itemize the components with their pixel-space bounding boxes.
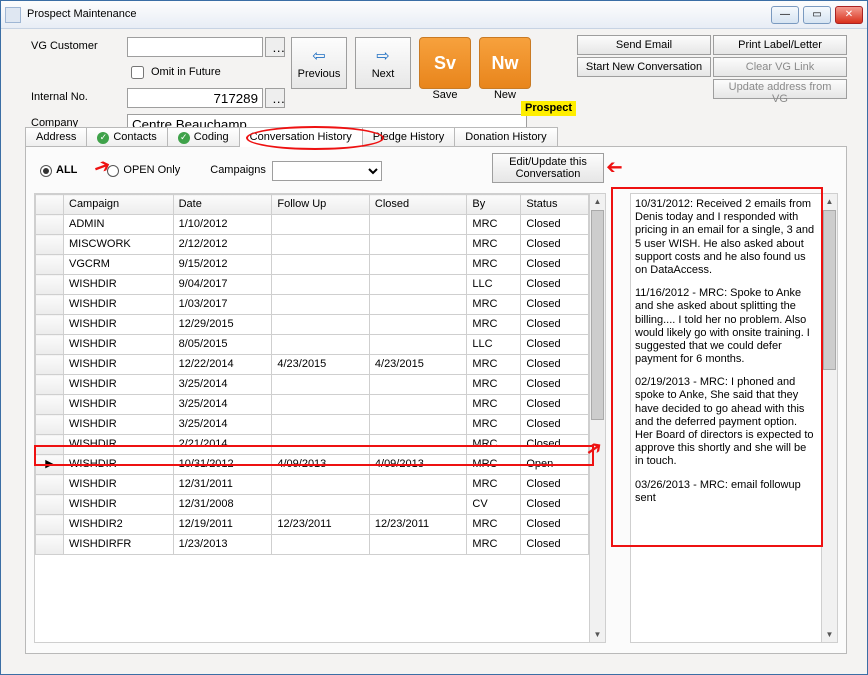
table-row[interactable]: WISHDIR2/21/2014MRCClosed (36, 435, 589, 455)
prospect-badge: Prospect (521, 101, 576, 116)
table-row[interactable]: WISHDIR9/04/2017LLCClosed (36, 275, 589, 295)
update-address-button[interactable]: Update address from VG (713, 79, 847, 99)
detail-entry: 10/31/2012: Received 2 emails from Denis… (635, 198, 817, 277)
table-row[interactable]: WISHDIRFR1/23/2013MRCClosed (36, 535, 589, 555)
annotation-arrow: ➔ (606, 155, 623, 179)
col-follow-up[interactable]: Follow Up (272, 195, 370, 215)
conversation-history-panel: ALL OPEN Only Campaigns Edit/Update this… (25, 146, 847, 654)
filter-open-radio[interactable]: OPEN Only (107, 164, 180, 177)
arrow-left-icon: ⇦ (312, 46, 325, 66)
table-row[interactable]: WISHDIR12/22/20144/23/20154/23/2015MRCCl… (36, 355, 589, 375)
scroll-thumb[interactable] (591, 210, 604, 420)
col-date[interactable]: Date (173, 195, 272, 215)
detail-scroll-down-icon[interactable]: ▼ (822, 627, 837, 642)
detail-scroll-thumb[interactable] (823, 210, 836, 370)
table-row[interactable]: WISHDIR1/03/2017MRCClosed (36, 295, 589, 315)
omit-checkbox[interactable] (131, 66, 144, 79)
action-buttons: Send Email Print Label/Letter Start New … (577, 35, 847, 99)
scroll-up-icon[interactable]: ▲ (590, 194, 605, 209)
tab-pledge-history[interactable]: Pledge History (362, 127, 456, 147)
table-row[interactable]: WISHDIR12/29/2015MRCClosed (36, 315, 589, 335)
table-row[interactable]: WISHDIR8/05/2015LLCClosed (36, 335, 589, 355)
table-row[interactable]: WISHDIR3/25/2014MRCClosed (36, 415, 589, 435)
tab-conversation-history[interactable]: Conversation History (239, 127, 363, 147)
internal-no-input[interactable] (127, 88, 263, 108)
arrow-right-icon: ⇨ (376, 46, 389, 66)
scroll-down-icon[interactable]: ▼ (590, 627, 605, 642)
tab-contacts[interactable]: ✓Contacts (86, 127, 167, 147)
tab-donation-history[interactable]: Donation History (454, 127, 557, 147)
vg-customer-input[interactable] (127, 37, 263, 57)
window-title: Prospect Maintenance (27, 8, 771, 21)
save-button[interactable]: Sv (419, 37, 471, 89)
send-email-button[interactable]: Send Email (577, 35, 711, 55)
col-status[interactable]: Status (521, 195, 589, 215)
minimize-button[interactable]: — (771, 6, 799, 24)
filter-all-radio[interactable]: ALL (40, 164, 77, 177)
grid-scrollbar[interactable]: ▲ ▼ (589, 194, 605, 642)
table-row[interactable]: WISHDIR212/19/201112/23/201112/23/2011MR… (36, 515, 589, 535)
detail-entry: 03/26/2013 - MRC: email followup sent (635, 479, 817, 505)
internal-no-label: Internal No. (31, 91, 121, 104)
check-icon: ✓ (97, 132, 109, 144)
tab-address[interactable]: Address (25, 127, 87, 147)
clear-vg-link-button[interactable]: Clear VG Link (713, 57, 847, 77)
detail-scrollbar[interactable]: ▲ ▼ (821, 194, 837, 642)
col-campaign[interactable]: Campaign (64, 195, 174, 215)
table-row[interactable]: WISHDIR3/25/2014MRCClosed (36, 395, 589, 415)
table-row[interactable]: WISHDIR12/31/2008CVClosed (36, 495, 589, 515)
conversation-grid: CampaignDateFollow UpClosedByStatusADMIN… (34, 193, 606, 643)
campaigns-label: Campaigns (210, 164, 266, 177)
client-area: VG Customer … Omit in Future Internal No… (1, 29, 867, 674)
edit-conversation-button[interactable]: Edit/Update this Conversation (492, 153, 604, 183)
table-row[interactable]: VGCRM9/15/2012MRCClosed (36, 255, 589, 275)
detail-entry: 11/16/2012 - MRC: Spoke to Anke and she … (635, 287, 817, 366)
close-button[interactable]: ✕ (835, 6, 863, 24)
table-row[interactable]: WISHDIR12/31/2011MRCClosed (36, 475, 589, 495)
detail-scroll-up-icon[interactable]: ▲ (822, 194, 837, 209)
col-by[interactable]: By (467, 195, 521, 215)
conversation-detail: 10/31/2012: Received 2 emails from Denis… (630, 193, 838, 643)
app-window: Prospect Maintenance — ▭ ✕ VG Customer …… (0, 0, 868, 675)
app-icon (5, 7, 21, 23)
start-conversation-button[interactable]: Start New Conversation (577, 57, 711, 77)
conversation-table: CampaignDateFollow UpClosedByStatusADMIN… (35, 194, 589, 555)
table-row[interactable]: ▶WISHDIR10/31/20124/09/20134/09/2013MRCO… (36, 455, 589, 475)
internal-no-lookup[interactable]: … (265, 88, 285, 108)
new-button[interactable]: Nw (479, 37, 531, 89)
detail-entry: 02/19/2013 - MRC: I phoned and spoke to … (635, 376, 817, 468)
vg-customer-label: VG Customer (31, 40, 121, 53)
vg-customer-lookup[interactable]: … (265, 37, 285, 57)
tab-coding[interactable]: ✓Coding (167, 127, 240, 147)
table-row[interactable]: ADMIN1/10/2012MRCClosed (36, 215, 589, 235)
next-button[interactable]: ⇨ Next (355, 37, 411, 89)
print-label-button[interactable]: Print Label/Letter (713, 35, 847, 55)
maximize-button[interactable]: ▭ (803, 6, 831, 24)
nav-buttons: ⇦ Previous ⇨ Next Sv Save Nw New (291, 37, 531, 102)
campaigns-select[interactable] (272, 161, 382, 181)
titlebar: Prospect Maintenance — ▭ ✕ (1, 1, 867, 29)
table-row[interactable]: WISHDIR3/25/2014MRCClosed (36, 375, 589, 395)
previous-button[interactable]: ⇦ Previous (291, 37, 347, 89)
col-closed[interactable]: Closed (369, 195, 467, 215)
tab-strip: Address✓Contacts✓CodingConversation Hist… (25, 127, 557, 147)
table-row[interactable]: MISCWORK2/12/2012MRCClosed (36, 235, 589, 255)
check-icon: ✓ (178, 132, 190, 144)
omit-in-future-checkbox[interactable]: Omit in Future (127, 63, 287, 82)
filter-bar: ALL OPEN Only Campaigns (40, 161, 382, 181)
